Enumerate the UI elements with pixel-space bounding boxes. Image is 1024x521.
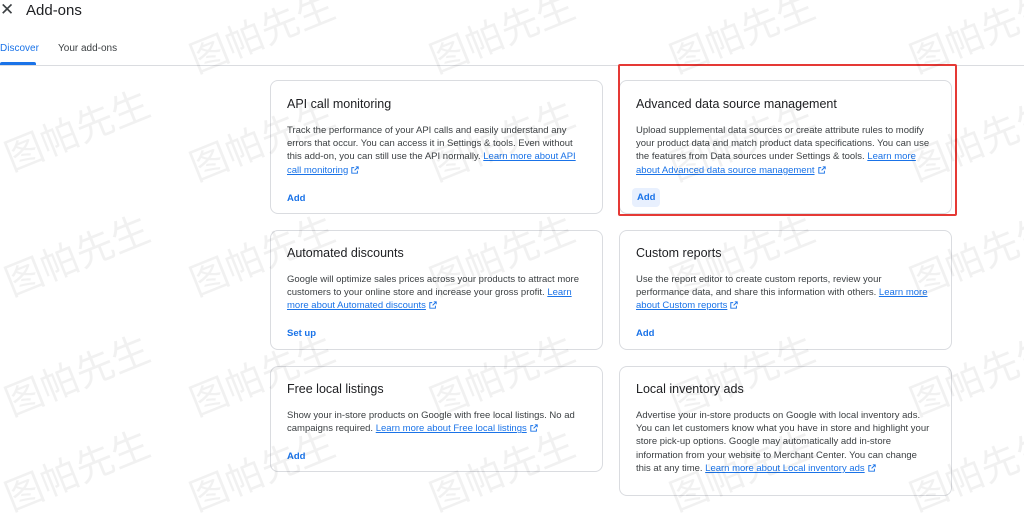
watermark: 图帕先生 bbox=[0, 326, 157, 425]
card-title: Custom reports bbox=[636, 246, 722, 260]
card-title: Automated discounts bbox=[287, 246, 404, 260]
card-description-text: Google will optimize sales prices across… bbox=[287, 274, 579, 299]
external-link-icon bbox=[429, 301, 437, 310]
card-title: Free local listings bbox=[287, 382, 384, 396]
close-icon[interactable]: ✕ bbox=[0, 1, 14, 19]
add-button[interactable]: Add bbox=[632, 188, 661, 207]
learn-more-link[interactable]: Learn more about Free local listings bbox=[376, 423, 538, 434]
card-description-text: Use the report editor to create custom r… bbox=[636, 274, 882, 299]
learn-more-link-text: Learn more about Local inventory ads bbox=[705, 462, 865, 474]
add-button[interactable]: Add bbox=[287, 450, 305, 463]
card-title: Local inventory ads bbox=[636, 382, 744, 396]
header-bar: ✕ Add-ons bbox=[0, 0, 1024, 28]
active-tab-indicator bbox=[0, 62, 36, 65]
addon-card-api-call-monitoring: API call monitoring Track the performanc… bbox=[270, 80, 603, 214]
add-button[interactable]: Add bbox=[287, 192, 305, 205]
external-link-icon bbox=[730, 301, 739, 310]
tab-your-add-ons[interactable]: Your add-ons bbox=[58, 42, 117, 56]
card-description: Track the performance of your API calls … bbox=[287, 124, 583, 177]
watermark: 图帕先生 bbox=[0, 81, 157, 180]
tab-bar: Discover Your add-ons bbox=[0, 36, 1024, 66]
add-button[interactable]: Add bbox=[636, 327, 654, 340]
tab-discover[interactable]: Discover bbox=[0, 42, 39, 56]
card-description: Show your in-store products on Google wi… bbox=[287, 409, 583, 435]
external-link-icon bbox=[817, 165, 826, 174]
addon-card-advanced-data-source-management: Advanced data source management Upload s… bbox=[619, 80, 952, 214]
external-link-icon bbox=[867, 464, 876, 472]
set-up-button[interactable]: Set up bbox=[287, 327, 316, 340]
card-description: Upload supplemental data sources or crea… bbox=[636, 124, 932, 177]
addon-card-local-inventory-ads: Local inventory ads Advertise your in-st… bbox=[619, 366, 952, 496]
watermark: 图帕先生 bbox=[0, 206, 157, 305]
card-description: Advertise your in-store products on Goog… bbox=[636, 409, 932, 475]
card-title: Advanced data source management bbox=[636, 97, 837, 111]
card-title: API call monitoring bbox=[287, 97, 392, 111]
addon-card-free-local-listings: Free local listings Show your in-store p… bbox=[270, 366, 603, 472]
external-link-icon bbox=[351, 165, 359, 174]
external-link-icon bbox=[530, 424, 538, 432]
addon-card-custom-reports: Custom reports Use the report editor to … bbox=[619, 230, 952, 350]
learn-more-link[interactable]: Learn more about Local inventory ads bbox=[705, 463, 876, 474]
learn-more-link-text: Learn more about Free local listings bbox=[375, 423, 527, 435]
page-title: Add-ons bbox=[26, 2, 82, 19]
watermark: 图帕先生 bbox=[0, 421, 157, 520]
card-description: Use the report editor to create custom r… bbox=[636, 273, 932, 313]
card-description: Google will optimize sales prices across… bbox=[287, 273, 583, 313]
addon-card-automated-discounts: Automated discounts Google will optimize… bbox=[270, 230, 603, 350]
